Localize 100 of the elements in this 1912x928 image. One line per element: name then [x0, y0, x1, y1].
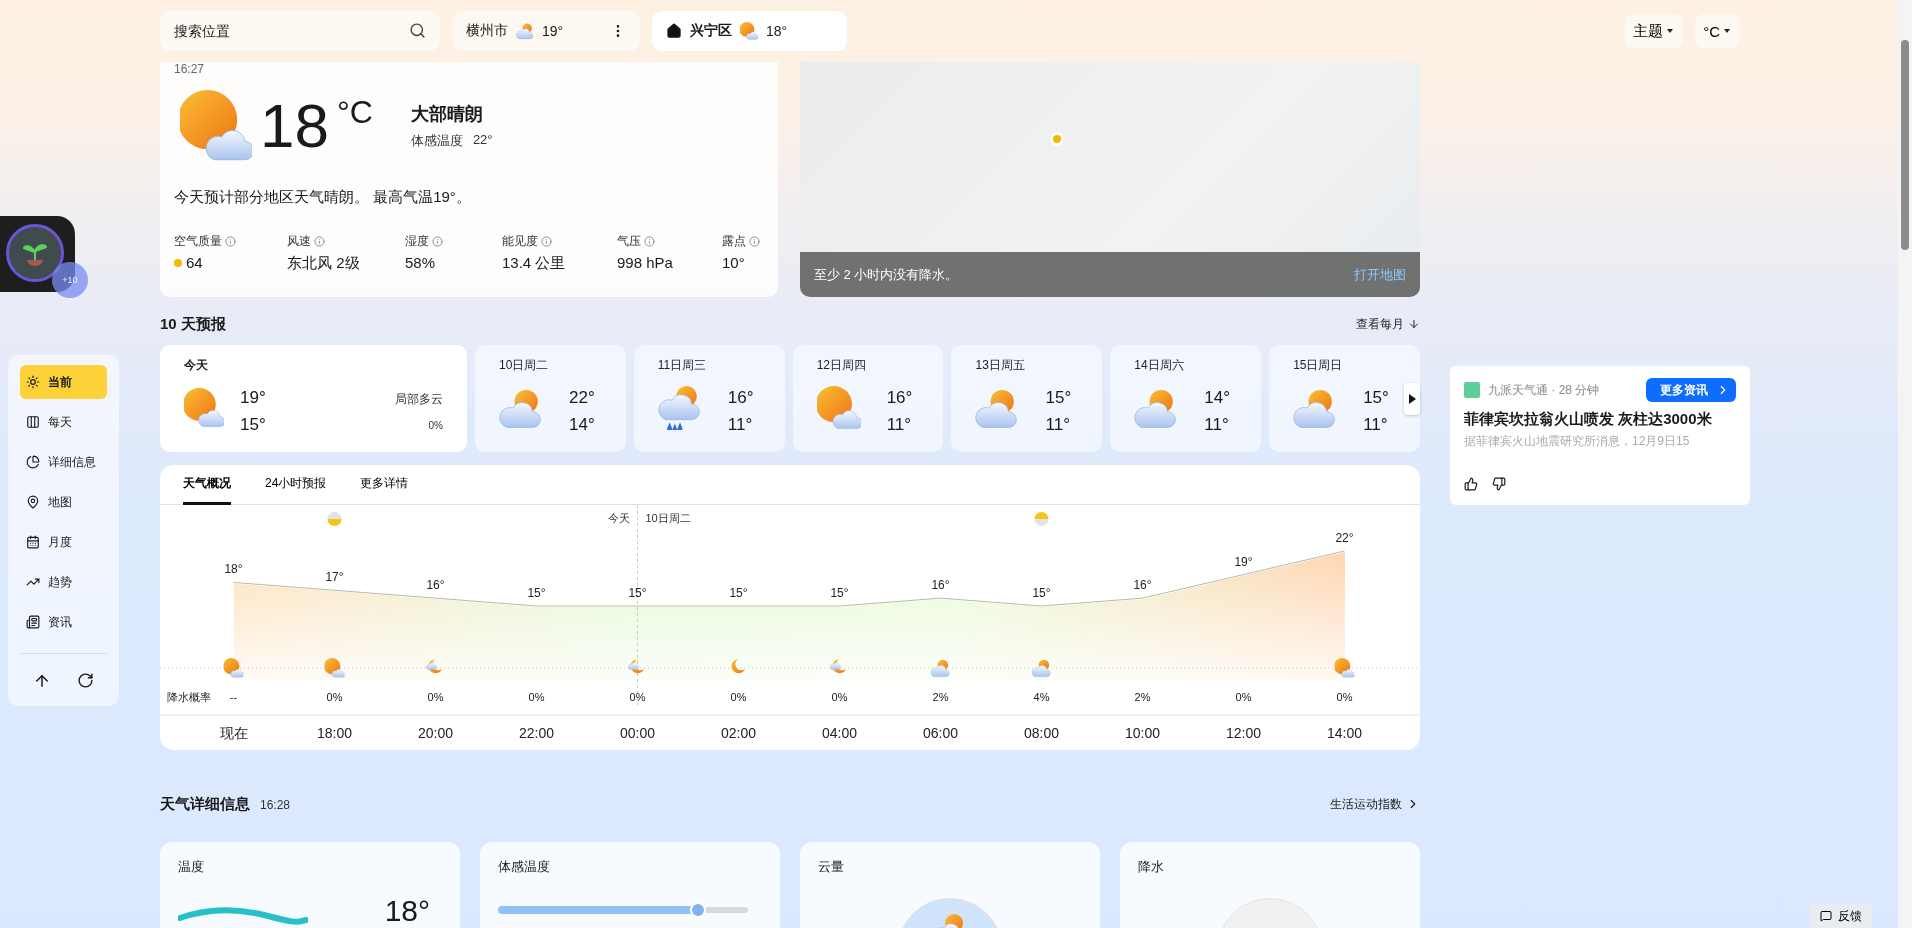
- info-icon[interactable]: [314, 236, 325, 247]
- section-title: 天气详细信息: [160, 794, 250, 814]
- location-name: 横州市: [466, 22, 508, 40]
- day-card[interactable]: 10日周二 22° 14°: [475, 345, 626, 452]
- location-name: 兴宁区: [690, 22, 732, 40]
- axis-label: 20:00: [418, 725, 453, 741]
- sidebar-item[interactable]: 趋势: [20, 565, 107, 599]
- menu-button[interactable]: °C: [1695, 14, 1740, 48]
- weather-summary: 今天预计部分地区天气晴朗。 最高气温19°。: [174, 188, 472, 207]
- data-label: 18°: [224, 562, 243, 577]
- news-headline[interactable]: 菲律宾坎拉翁火山喷发 灰柱达3000米: [1464, 410, 1736, 429]
- moon-cloud-icon: [627, 659, 644, 674]
- update-time: 16:27: [174, 62, 206, 76]
- menu-button[interactable]: 主题: [1625, 14, 1684, 48]
- tab[interactable]: 天气概况: [183, 465, 231, 505]
- data-label: 17°: [325, 570, 344, 585]
- temperature-wave-icon: [178, 906, 308, 928]
- widget-panel[interactable]: [0, 216, 75, 292]
- info-icon[interactable]: [432, 236, 443, 247]
- sidebar-item[interactable]: 每天: [20, 405, 107, 439]
- news-summary: 据菲律宾火山地震研究所消息，12月9日15: [1464, 433, 1691, 450]
- day-condition: 局部多云: [395, 391, 443, 408]
- feels-like-label: 体感温度: [410, 132, 463, 150]
- cloud-sun-icon: [516, 22, 534, 40]
- thumbs-down-icon[interactable]: [1492, 477, 1506, 491]
- more-news-button[interactable]: 更多资讯: [1646, 378, 1736, 402]
- play-arrow-icon: [1408, 394, 1416, 404]
- search-icon[interactable]: [409, 22, 426, 39]
- current-temperature: 18: [260, 95, 329, 157]
- day-date: 15日周日: [1293, 357, 1344, 374]
- news-source: 九派天气通 · 28 分钟: [1488, 381, 1601, 399]
- data-label: 16°: [426, 578, 445, 593]
- sidebar-item[interactable]: 月度: [20, 525, 107, 559]
- life-index-link[interactable]: 生活运动指数: [1330, 795, 1420, 813]
- data-label: 15°: [527, 586, 546, 600]
- map-caption: 至少 2 小时内没有降水。: [814, 265, 959, 284]
- day-card[interactable]: 今天 19° 15° 局部多云 0%: [160, 345, 467, 452]
- day-card[interactable]: 15日周日 15° 11°: [1269, 345, 1420, 452]
- refresh-icon[interactable]: [77, 672, 94, 689]
- day-card[interactable]: 14日周六 14° 11°: [1110, 345, 1262, 452]
- axis-label: 10:00: [1125, 725, 1160, 741]
- low-temperature: 11°: [1204, 415, 1230, 435]
- moon-cloud-icon: [425, 659, 442, 674]
- moon-icon: [731, 659, 745, 674]
- precipitation-value: 0%: [528, 691, 545, 703]
- high-temperature: 15°: [1363, 388, 1390, 408]
- low-temperature: 11°: [1363, 415, 1389, 435]
- search-field[interactable]: 搜索位置: [160, 11, 440, 51]
- axis-label: 08:00: [1024, 725, 1059, 741]
- view-monthly-link[interactable]: 查看每月: [1356, 315, 1420, 333]
- metric-value: 58%: [405, 254, 436, 271]
- axis-label: 现在: [219, 725, 248, 741]
- info-icon[interactable]: [644, 236, 655, 247]
- precipitation-value: 4%: [1033, 691, 1050, 703]
- sidebar-item[interactable]: 详细信息: [20, 445, 107, 479]
- temperature-unit: °C: [336, 94, 373, 131]
- source-logo: [1464, 382, 1480, 398]
- cloud-sun-icon: [930, 659, 950, 677]
- high-temperature: 16°: [727, 388, 755, 408]
- location-tab[interactable]: 兴宁区 18°: [652, 11, 847, 51]
- moon-cloud-icon: [829, 659, 846, 674]
- weather-condition: 大部晴朗: [410, 103, 484, 126]
- sidebar-item[interactable]: 地图: [20, 485, 107, 519]
- sun-cloud-icon: [1333, 658, 1356, 678]
- sun-cloud-icon: [222, 658, 245, 678]
- day-label: 今天: [607, 512, 630, 524]
- tab[interactable]: 24小时预报: [265, 465, 327, 505]
- sun-cloud-icon: [184, 388, 224, 428]
- arrow-down-icon: [1408, 318, 1420, 330]
- info-icon[interactable]: [541, 236, 552, 247]
- thumbs-up-icon[interactable]: [1464, 477, 1478, 491]
- location-tab[interactable]: 横州市 19°: [452, 11, 640, 51]
- day-date: 13日周五: [975, 357, 1026, 374]
- scrollbar[interactable]: [1898, 0, 1912, 928]
- metric-value: 东北风 2级: [287, 254, 360, 273]
- sidebar-item[interactable]: 当前: [20, 365, 107, 399]
- low-temperature: 11°: [886, 415, 913, 435]
- tab[interactable]: 更多详情: [360, 465, 409, 505]
- newspaper-icon: [26, 615, 40, 629]
- precipitation-value: 0%: [1336, 691, 1353, 703]
- sidebar-item[interactable]: 资讯: [20, 605, 107, 639]
- day-card[interactable]: 11日周三 16° 11°: [633, 345, 785, 452]
- location-temperature: 19°: [542, 23, 564, 39]
- metric-value: 10°: [722, 254, 745, 271]
- data-label: 15°: [1032, 586, 1051, 600]
- data-label: 15°: [830, 586, 849, 600]
- map-pin-icon: [26, 495, 40, 509]
- day-card[interactable]: 13日周五 15° 11°: [951, 345, 1103, 452]
- next-button[interactable]: [1404, 383, 1420, 415]
- day-card[interactable]: 12日周四 16° 11°: [792, 345, 944, 452]
- section-title: 10 天预报: [160, 314, 226, 334]
- info-icon[interactable]: [225, 236, 236, 247]
- high-temperature: 15°: [1045, 388, 1073, 408]
- metric-label: 露点: [722, 233, 746, 250]
- data-label: 19°: [1234, 554, 1253, 569]
- feedback-button[interactable]: 反馈: [1810, 904, 1872, 928]
- info-icon[interactable]: [749, 236, 760, 247]
- calendar-icon: [26, 535, 40, 549]
- avatar[interactable]: [6, 224, 64, 282]
- precipitation-value: 0%: [831, 691, 848, 703]
